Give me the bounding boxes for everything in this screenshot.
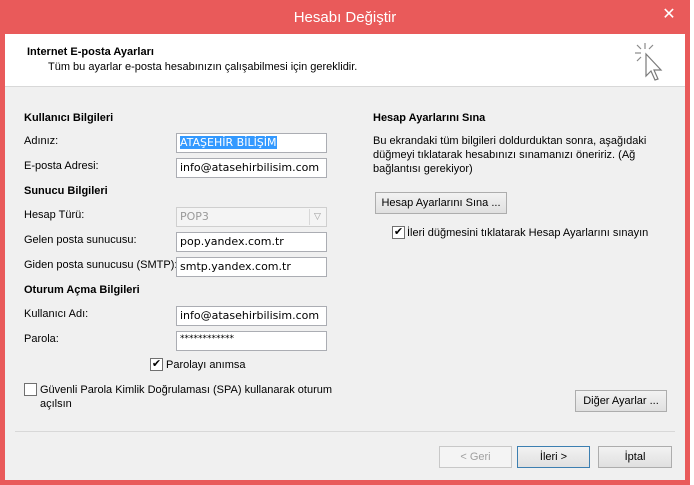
- user-info-heading: Kullanıcı Bilgileri: [24, 112, 114, 124]
- next-button[interactable]: İleri >: [517, 446, 590, 468]
- spa-label: Güvenli Parola Kimlik Doğrulaması (SPA) …: [40, 384, 333, 410]
- name-label: Adınız:: [24, 135, 59, 147]
- incoming-server-input[interactable]: pop.yandex.com.tr: [176, 232, 327, 252]
- header-subtitle: Tüm bu ayarlar e-posta hesabınızın çalış…: [48, 61, 358, 73]
- check-icon: ✔: [151, 358, 162, 370]
- remember-password-label: Parolayı anımsa: [166, 359, 246, 371]
- username-label: Kullanıcı Adı:: [24, 308, 89, 320]
- remember-password-checkbox[interactable]: ✔: [150, 358, 163, 371]
- name-value: ATAŞEHİR BİLİŞİM: [180, 136, 277, 149]
- dialog-window: Hesabı Değiştir ✕ Internet E-posta Ayarl…: [0, 0, 690, 485]
- header-title: Internet E-posta Ayarları: [27, 46, 154, 58]
- test-account-settings-button[interactable]: Hesap Ayarlarını Sına ...: [375, 192, 507, 214]
- click-cursor-icon: [635, 43, 663, 81]
- incoming-server-label: Gelen posta sunucusu:: [24, 234, 137, 246]
- password-input[interactable]: ************: [176, 331, 327, 351]
- chevron-down-icon: ▽: [309, 209, 325, 225]
- outgoing-server-input[interactable]: smtp.yandex.com.tr: [176, 257, 327, 277]
- server-info-heading: Sunucu Bilgileri: [24, 185, 108, 197]
- back-button[interactable]: < Geri: [439, 446, 512, 468]
- spa-checkbox[interactable]: [24, 383, 37, 396]
- dialog-header: Internet E-posta Ayarları Tüm bu ayarlar…: [5, 34, 685, 87]
- logon-info-heading: Oturum Açma Bilgileri: [24, 284, 140, 296]
- check-icon: ✔: [393, 226, 404, 238]
- password-label: Parola:: [24, 333, 59, 345]
- auto-test-label: İleri düğmesini tıklatarak Hesap Ayarlar…: [407, 227, 649, 239]
- account-type-label: Hesap Türü:: [24, 209, 85, 221]
- email-input[interactable]: info@atasehirbilisim.com: [176, 158, 327, 178]
- name-input[interactable]: ATAŞEHİR BİLİŞİM: [176, 133, 327, 153]
- close-button[interactable]: ✕: [655, 6, 683, 24]
- username-input[interactable]: info@atasehirbilisim.com: [176, 306, 327, 326]
- title-bar[interactable]: Hesabı Değiştir ✕: [0, 0, 690, 34]
- outgoing-server-label: Giden posta sunucusu (SMTP):: [24, 259, 178, 271]
- window-title: Hesabı Değiştir: [293, 9, 397, 26]
- auto-test-checkbox[interactable]: ✔: [392, 226, 405, 239]
- test-settings-heading: Hesap Ayarlarını Sına: [373, 112, 486, 124]
- account-type-value: POP3: [180, 210, 209, 223]
- test-settings-description: Bu ekrandaki tüm bilgileri doldurduktan …: [373, 135, 647, 175]
- footer-divider: [15, 431, 675, 432]
- more-settings-button[interactable]: Diğer Ayarlar ...: [575, 390, 667, 412]
- email-label: E-posta Adresi:: [24, 160, 99, 172]
- dialog-content: Internet E-posta Ayarları Tüm bu ayarlar…: [5, 34, 685, 480]
- account-type-select[interactable]: POP3 ▽: [176, 207, 327, 227]
- cancel-button[interactable]: İptal: [598, 446, 672, 468]
